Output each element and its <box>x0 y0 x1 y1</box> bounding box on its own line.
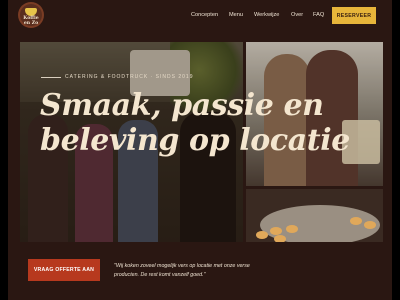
nav-link-over[interactable]: Over <box>291 12 303 18</box>
brand-logo-text: Koffie en Zo <box>23 16 39 26</box>
coffee-cup-icon <box>25 8 37 16</box>
nav-link-faq[interactable]: FAQ <box>313 12 324 18</box>
hero-eyebrow: CATERING & FOODTRUCK · SINDS 2019 <box>65 74 194 80</box>
hero-title: Smaak, passie en beleving op locatie <box>40 88 350 158</box>
reserveer-button[interactable]: RESERVEER <box>332 7 376 24</box>
nav-link-werkwijze[interactable]: Werkwijze <box>254 12 279 18</box>
vraag-offerte-button[interactable]: VRAAG OFFERTE AAN <box>28 259 100 281</box>
eyebrow-divider <box>41 77 61 78</box>
hero-quote: "Wij koken zoveel mogelijk vers op locat… <box>114 263 250 278</box>
browser-frame: Koffie en Zo Concepten Menu Werkwijze Ov… <box>0 0 400 300</box>
nav-link-concepten[interactable]: Concepten <box>191 12 218 18</box>
brand-logo[interactable]: Koffie en Zo <box>20 4 42 26</box>
nav-link-menu[interactable]: Menu <box>229 12 243 18</box>
page: Koffie en Zo Concepten Menu Werkwijze Ov… <box>8 0 392 300</box>
hero-photo-food <box>246 189 383 242</box>
